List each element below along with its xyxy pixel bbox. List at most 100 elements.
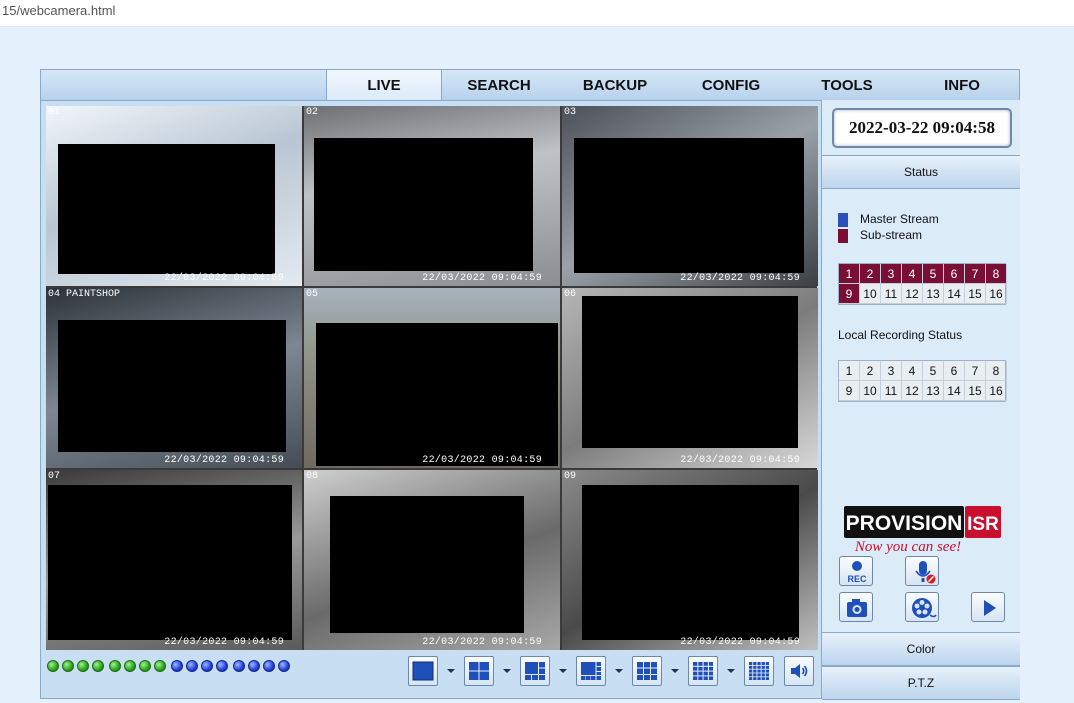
- camera-tile-05[interactable]: 05 22/03/2022 09:04:59: [304, 288, 560, 468]
- layout-6-icon: [525, 662, 545, 680]
- logo-suffix: ISR: [967, 514, 999, 535]
- datetime-display: 2022-03-22 09:04:58: [832, 108, 1012, 148]
- layout-9-button[interactable]: [632, 656, 662, 686]
- rec-icon: REC: [847, 561, 867, 584]
- browser-address-bar[interactable]: 15/webcamera.html: [0, 0, 1074, 27]
- channel-dot[interactable]: [77, 660, 89, 672]
- channel-dot[interactable]: [139, 660, 151, 672]
- camera-tile-02[interactable]: 02 22/03/2022 09:04:59: [304, 106, 560, 286]
- channel-dot[interactable]: [47, 660, 59, 672]
- channel-cell: 14: [944, 284, 965, 304]
- channel-dot[interactable]: [171, 660, 183, 672]
- status-header[interactable]: Status: [822, 155, 1020, 189]
- record-button[interactable]: REC: [839, 556, 873, 586]
- nav-spacer: [41, 70, 327, 100]
- camera-number: 09: [564, 471, 577, 482]
- privacy-mask: [574, 138, 804, 273]
- channel-dot[interactable]: [263, 660, 275, 672]
- record-video-button[interactable]: [905, 592, 939, 622]
- camera-timestamp: 22/03/2022 09:04:59: [680, 273, 800, 284]
- tab-tools[interactable]: TOOLS: [789, 70, 905, 100]
- channel-cell: 14: [944, 381, 965, 401]
- layout-16-icon: [693, 662, 713, 680]
- layout-4-icon: [469, 662, 489, 680]
- channel-dot[interactable]: [278, 660, 290, 672]
- privacy-mask: [58, 320, 286, 452]
- channel-dot[interactable]: [186, 660, 198, 672]
- layout-1-button[interactable]: [408, 656, 438, 686]
- layout-6-button[interactable]: [520, 656, 550, 686]
- camera-tile-01[interactable]: 01 22/03/2022 09:04:59: [46, 106, 302, 286]
- layout-8-dropdown[interactable]: [615, 669, 623, 673]
- tab-backup[interactable]: BACKUP: [557, 70, 673, 100]
- channel-dot[interactable]: [124, 660, 136, 672]
- camera-timestamp: 22/03/2022 09:04:59: [164, 455, 284, 466]
- tab-info[interactable]: INFO: [905, 70, 1019, 100]
- privacy-mask: [314, 138, 533, 271]
- channel-cell: 6: [944, 361, 965, 381]
- camera-timestamp: 22/03/2022 09:04:59: [422, 273, 542, 284]
- camera-number: 07: [48, 471, 61, 482]
- microphone-off-icon: [915, 561, 936, 584]
- talk-mic-button[interactable]: [905, 556, 939, 586]
- layout-16-button[interactable]: [688, 656, 718, 686]
- audio-button[interactable]: [784, 656, 814, 686]
- camera-timestamp: 22/03/2022 09:04:59: [680, 637, 800, 648]
- layout-6-dropdown[interactable]: [559, 669, 567, 673]
- channel-dot[interactable]: [154, 660, 166, 672]
- camera-number: 02: [306, 107, 319, 118]
- channel-cell: 1: [839, 264, 860, 284]
- camera-timestamp: 22/03/2022 09:04:59: [422, 637, 542, 648]
- layout-9-dropdown[interactable]: [671, 669, 679, 673]
- play-button[interactable]: [971, 592, 1005, 622]
- channel-dot[interactable]: [233, 660, 245, 672]
- camera-tile-04[interactable]: 04 PAINTSHOP 22/03/2022 09:04:59: [46, 288, 302, 468]
- snapshot-button[interactable]: [839, 592, 873, 622]
- channel-cell: 13: [923, 284, 944, 304]
- color-header[interactable]: Color: [822, 632, 1020, 666]
- layout-25-icon: [749, 662, 769, 680]
- camera-tile-03[interactable]: 03 22/03/2022 09:04:59: [562, 106, 818, 286]
- channel-dot[interactable]: [109, 660, 121, 672]
- tab-search[interactable]: SEARCH: [441, 70, 557, 100]
- layout-1-dropdown[interactable]: [447, 669, 455, 673]
- camera-tile-08[interactable]: 08 22/03/2022 09:04:59: [304, 470, 560, 650]
- tab-config[interactable]: CONFIG: [673, 70, 789, 100]
- layout-8-button[interactable]: [576, 656, 606, 686]
- privacy-mask: [582, 485, 799, 640]
- camera-timestamp: 22/03/2022 09:04:59: [164, 637, 284, 648]
- channel-dot[interactable]: [92, 660, 104, 672]
- channel-cell: 3: [881, 361, 902, 381]
- channel-cell: 16: [986, 284, 1007, 304]
- channel-cell: 13: [923, 381, 944, 401]
- live-video-grid: 01 22/03/2022 09:04:59 02 22/03/2022 09:04:…: [46, 106, 818, 650]
- channel-cell: 16: [986, 381, 1007, 401]
- layout-4-dropdown[interactable]: [503, 669, 511, 673]
- film-reel-icon: [912, 598, 937, 618]
- url-text: 15/webcamera.html: [2, 3, 116, 18]
- play-icon: [984, 600, 996, 616]
- camera-tile-06[interactable]: 06 22/03/2022 09:04:59: [562, 288, 818, 468]
- camera-tile-09[interactable]: 09 22/03/2022 09:04:59: [562, 470, 818, 650]
- camera-number: 08: [306, 471, 319, 482]
- channel-dot[interactable]: [216, 660, 228, 672]
- speaker-icon: [791, 664, 808, 678]
- layout-4-button[interactable]: [464, 656, 494, 686]
- camera-timestamp: 22/03/2022 09:04:59: [680, 455, 800, 466]
- ptz-header[interactable]: P.T.Z: [822, 666, 1020, 700]
- tab-live[interactable]: LIVE: [326, 70, 442, 100]
- layout-25-button[interactable]: [744, 656, 774, 686]
- channel-dot[interactable]: [248, 660, 260, 672]
- channel-cell: 1: [839, 361, 860, 381]
- camera-tile-07[interactable]: 07 22/03/2022 09:04:59: [46, 470, 302, 650]
- camera-number: 05: [306, 289, 319, 300]
- channel-cell: 8: [986, 361, 1007, 381]
- logo-graphic: PROVISION ISR Now you can see!: [844, 506, 1001, 555]
- local-recording-status-label: Local Recording Status: [838, 328, 963, 342]
- channel-cell: 15: [965, 284, 986, 304]
- layout-16-dropdown[interactable]: [727, 669, 735, 673]
- channel-dot[interactable]: [62, 660, 74, 672]
- channel-dot[interactable]: [201, 660, 213, 672]
- channel-cell: 2: [860, 264, 881, 284]
- camera-icon: [847, 599, 867, 617]
